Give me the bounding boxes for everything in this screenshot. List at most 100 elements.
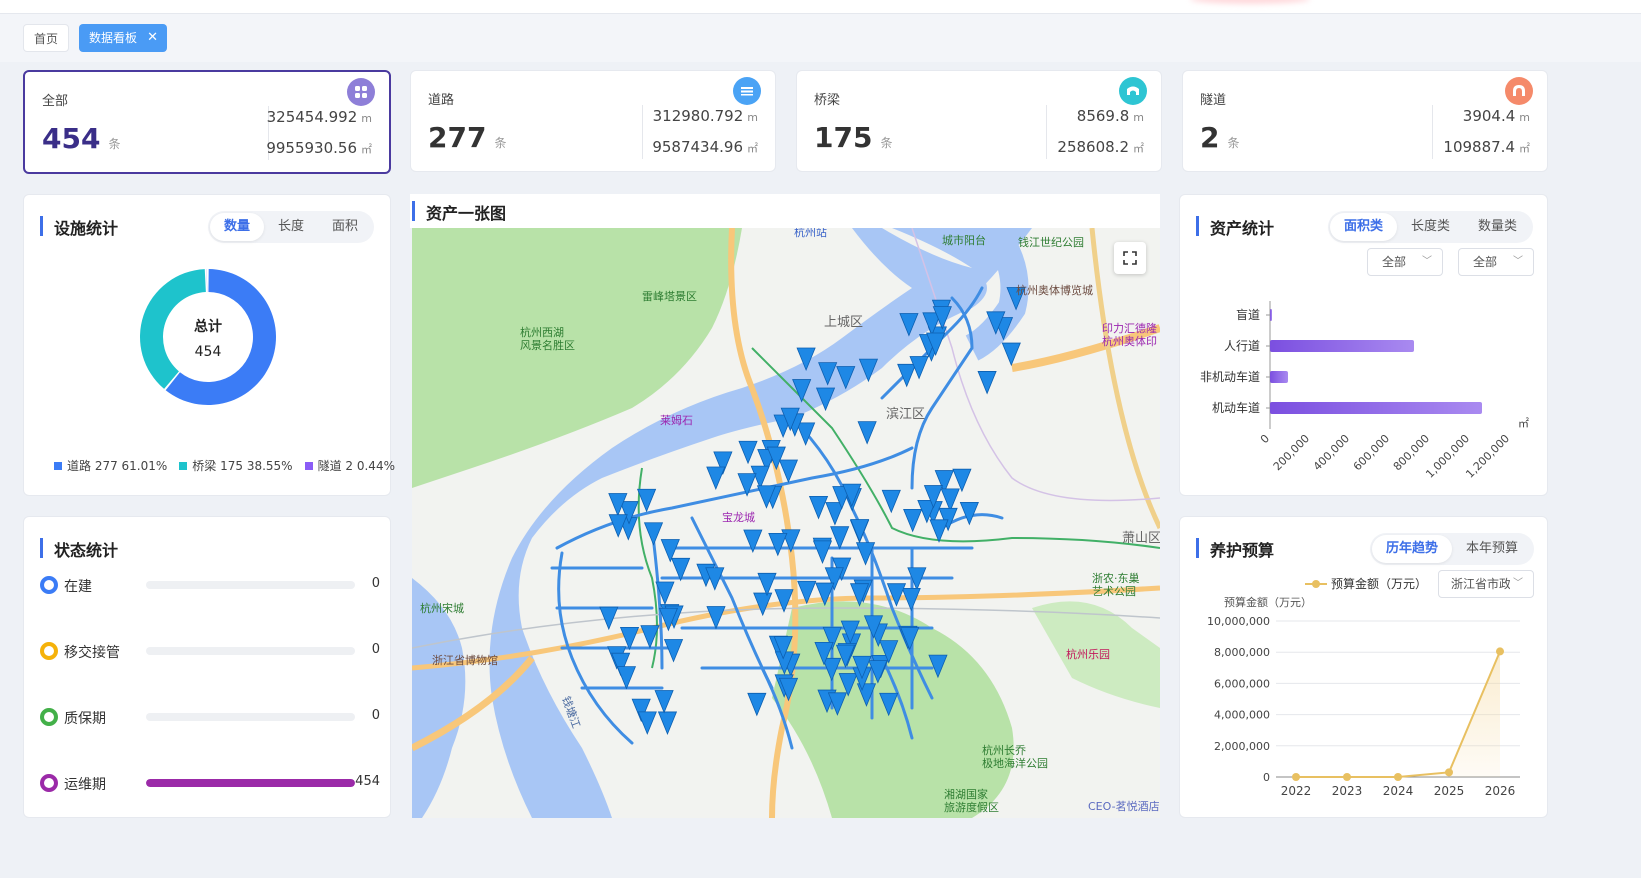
tab-length-type[interactable]: 长度类 <box>1397 213 1464 241</box>
stat-card-tunnel[interactable]: 隧道 2条 3904.4 m 109887.4 ㎡ <box>1182 70 1548 172</box>
asset-filter-2[interactable]: 全部 ﹀ <box>1458 248 1534 276</box>
tab-trend[interactable]: 历年趋势 <box>1372 535 1453 563</box>
legend-item-road[interactable]: 道路 277 61.01% <box>54 457 167 474</box>
x-tick-label: 800,000 <box>1391 432 1432 473</box>
status-progress <box>146 713 355 721</box>
x-tick-label: 2025 <box>1434 784 1465 798</box>
map-label: 雷峰塔景区 <box>642 290 697 303</box>
map-title: 资产一张图 <box>412 200 506 224</box>
map-label: 杭州奥体印 <box>1102 334 1157 348</box>
status-label: 运维期 <box>64 777 106 793</box>
asset-panel: 资产统计 面积类 长度类 数量类 全部 ﹀ 全部 ﹀ 盲道 人行道 非机动车道 机动车道 0… <box>1179 194 1548 496</box>
grid-icon <box>347 78 375 106</box>
map-label: 城市阳台 <box>942 233 986 247</box>
chevron-down-icon: ﹀ <box>1510 571 1523 597</box>
stat-card-bridge[interactable]: 桥梁 175 条 8569.8 m 258608.2 ㎡ <box>796 70 1162 172</box>
data-point[interactable] <box>1496 647 1504 656</box>
asset-tabs: 面积类 长度类 数量类 <box>1328 211 1534 243</box>
stat-count: 277 条 <box>428 121 507 154</box>
asset-filter-1[interactable]: 全部 ﹀ <box>1367 248 1443 276</box>
chevron-down-icon: ﹀ <box>1422 256 1432 267</box>
map-label: CEO-茗悦酒店 <box>1088 799 1160 813</box>
x-tick-label: 2026 <box>1485 784 1516 798</box>
map-label: 上城区 <box>824 315 863 330</box>
x-tick-label: 1,200,000 <box>1463 432 1512 481</box>
data-point[interactable] <box>1394 773 1402 781</box>
map-label: 萧山区 <box>1122 531 1160 546</box>
stat-area: 258608.2 ㎡ <box>1057 138 1144 156</box>
budget-region-filter[interactable]: 浙江省市政 ﹀ <box>1438 570 1534 598</box>
map-label: 杭州西湖 <box>520 325 564 339</box>
data-point[interactable] <box>1445 768 1453 777</box>
data-point[interactable] <box>1292 773 1300 781</box>
tab-count[interactable]: 数量 <box>210 213 265 241</box>
status-dot-icon <box>40 642 58 660</box>
tab-area-type[interactable]: 面积类 <box>1330 213 1398 241</box>
asset-title: 资产统计 <box>1196 215 1274 239</box>
stat-area: 109887.4 ㎡ <box>1443 138 1530 156</box>
tunnel-icon <box>1505 77 1533 105</box>
donut-center-label: 总计 <box>194 318 222 335</box>
tab-length[interactable]: 长度 <box>264 213 318 241</box>
stat-card-all[interactable]: 全部 454 条 325454.992 m 9955930.56 ㎡ <box>23 70 391 174</box>
status-row: 运维期 454 <box>40 771 380 795</box>
status-progress <box>146 581 355 589</box>
stat-length: 3904.4 m <box>1462 107 1530 125</box>
x-tick-label: 2023 <box>1332 784 1363 798</box>
y-tick-label: 4,000,000 <box>1214 709 1270 722</box>
bar-人行道[interactable] <box>1270 340 1414 352</box>
status-dot-icon <box>40 576 58 594</box>
y-tick-label: 人行道 <box>1224 339 1260 353</box>
x-unit-label: ㎡ <box>1518 417 1529 430</box>
facility-legend: 道路 277 61.01% 桥梁 175 38.55% 隧道 2 0.44% <box>54 457 395 474</box>
bar-盲道[interactable] <box>1270 309 1272 321</box>
x-tick-label: 0 <box>1258 432 1272 446</box>
legend-item-tunnel[interactable]: 隧道 2 0.44% <box>304 457 395 474</box>
tab-dashboard[interactable]: 数据看板 ✕ <box>79 24 168 52</box>
tab-this-year[interactable]: 本年预算 <box>1452 535 1532 563</box>
status-row: 在建 0 <box>40 573 380 597</box>
map-label: 湘湖国家 <box>944 787 988 801</box>
map-canvas[interactable]: 杭州站 城市阳台 钱江世纪公园 杭州奥体博览城 雷峰塔景区 杭州西湖 风景名胜区… <box>412 228 1160 818</box>
stat-card-road[interactable]: 道路 277 条 312980.792 m 9587434.96 ㎡ <box>410 70 776 172</box>
fullscreen-button[interactable] <box>1114 242 1146 274</box>
status-value: 0 <box>371 708 380 723</box>
budget-panel: 养护预算 历年趋势 本年预算 预算金额（万元） 浙江省市政 ﹀ 预算金额（万元） … <box>1179 516 1548 818</box>
donut-slice-隧道[interactable] <box>206 269 208 293</box>
stat-count: 454 条 <box>42 122 121 155</box>
y-tick-label: 8,000,000 <box>1214 646 1270 659</box>
bar-机动车道[interactable] <box>1270 402 1482 414</box>
tab-count-type[interactable]: 数量类 <box>1464 213 1531 241</box>
tab-dashboard-label: 数据看板 <box>89 31 138 45</box>
status-label: 移交接管 <box>64 645 120 661</box>
map-label: 宝龙城 <box>722 510 755 524</box>
map-label: 滨江区 <box>886 406 925 422</box>
data-point[interactable] <box>1343 773 1351 781</box>
tabs-bar: 首页 数据看板 ✕ <box>0 14 1641 62</box>
budget-line-chart: 10,000,000 8,000,000 6,000,000 4,000,000 2,0… <box>1207 615 1520 798</box>
status-progress <box>146 779 355 787</box>
status-label: 在建 <box>64 579 92 595</box>
x-tick-label: 2022 <box>1281 784 1312 798</box>
facility-panel: 设施统计 数量 长度 面积 总计 454 道路 277 61.01% 桥梁 17… <box>23 194 395 496</box>
facility-title: 设施统计 <box>40 215 118 239</box>
divider <box>1046 105 1047 159</box>
tab-area[interactable]: 面积 <box>318 213 372 241</box>
budget-legend[interactable]: 预算金额（万元） <box>1305 575 1427 592</box>
legend-item-bridge[interactable]: 桥梁 175 38.55% <box>179 457 293 474</box>
bar-非机动车道[interactable] <box>1270 371 1288 383</box>
map-label: 杭州站 <box>794 228 827 239</box>
stat-length: 8569.8 m <box>1076 107 1144 125</box>
x-tick-label: 600,000 <box>1351 432 1392 473</box>
status-value: 454 <box>355 774 380 789</box>
status-title: 状态统计 <box>40 537 118 561</box>
map-label: 莱姆石 <box>660 413 693 427</box>
y-tick-label: 机动车道 <box>1212 400 1260 415</box>
status-dot-icon <box>40 774 58 792</box>
status-label: 质保期 <box>64 711 106 727</box>
asset-map[interactable]: 杭州站 城市阳台 钱江世纪公园 杭州奥体博览城 雷峰塔景区 杭州西湖 风景名胜区… <box>412 228 1160 818</box>
tab-home[interactable]: 首页 <box>23 24 70 52</box>
close-icon[interactable]: ✕ <box>147 24 158 52</box>
status-panel: 状态统计 在建 0 移交接管 0 质保期 0 运维期 454 <box>23 516 391 818</box>
stat-count: 2条 <box>1200 121 1240 154</box>
